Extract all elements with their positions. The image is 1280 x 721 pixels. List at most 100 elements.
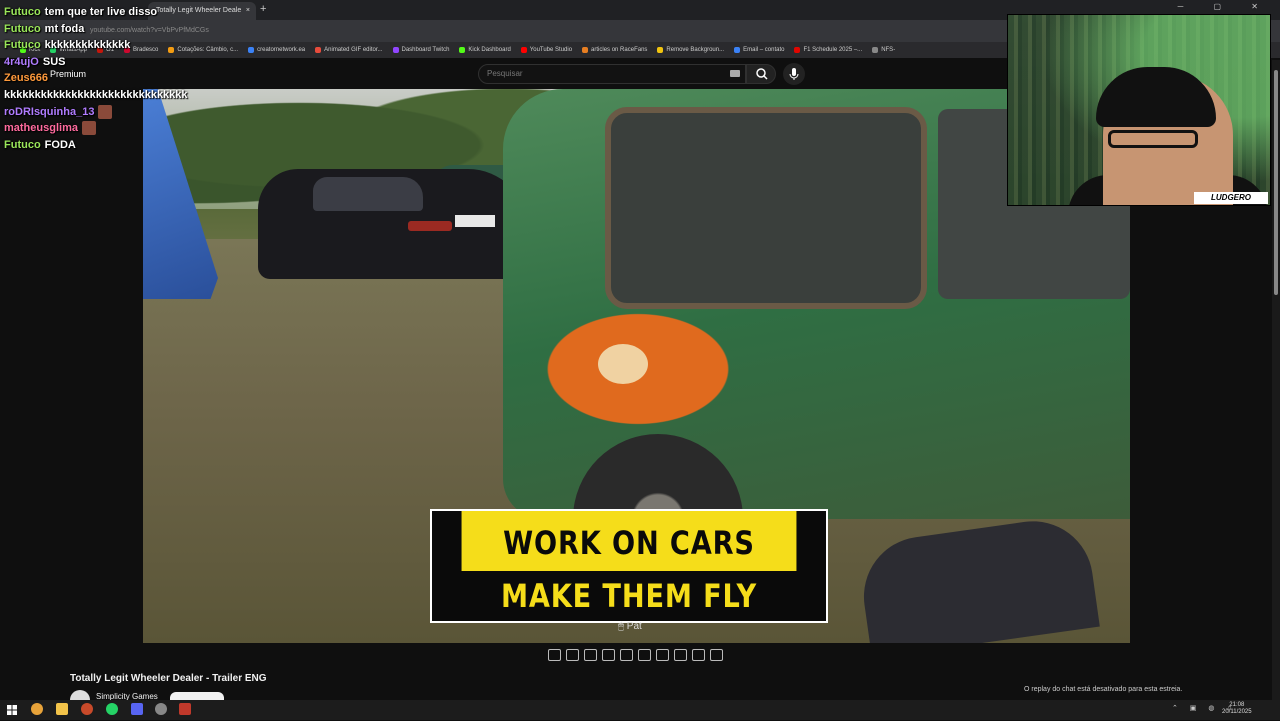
- bookmark-favicon-icon: [872, 47, 879, 53]
- tab-close-icon[interactable]: ×: [246, 2, 250, 20]
- voice-search-button[interactable]: [783, 63, 805, 85]
- bookmark-item[interactable]: NFS-: [872, 47, 895, 53]
- cast-icon[interactable]: [566, 649, 579, 661]
- bookmark-favicon-icon: [459, 47, 466, 53]
- bookmark-label: Dashboard Twitch: [401, 47, 450, 53]
- stream-chat-overlay: Futuco tem que ter live disso Futuco mt fod…: [4, 4, 219, 153]
- new-tab-icon[interactable]: +: [260, 3, 266, 15]
- webcam-glasses: [1108, 130, 1198, 148]
- chat-text: FODA: [44, 138, 76, 151]
- theater-icon[interactable]: [620, 649, 633, 661]
- whatsapp-icon[interactable]: [106, 703, 118, 715]
- bookmark-favicon-icon: [794, 47, 801, 53]
- chat-text: kkkkkkkkkkkkkk: [44, 39, 131, 52]
- search-input[interactable]: Pesquisar: [478, 64, 746, 84]
- clock-date: 20/11/2025: [1222, 709, 1252, 715]
- chat-text: mt foda: [44, 22, 85, 35]
- bookmark-favicon-icon: [582, 47, 589, 53]
- bookmark-favicon-icon: [657, 47, 664, 53]
- search-button[interactable]: [746, 64, 776, 84]
- bookmark-item[interactable]: Remove Backgroun...: [657, 47, 724, 53]
- windows-start-icon[interactable]: [6, 703, 18, 715]
- bookmark-label: creatornetwork.ea: [257, 47, 306, 53]
- bookmark-label: Kick Dashboard: [468, 47, 511, 53]
- clip-icon[interactable]: [602, 649, 615, 661]
- bookmark-label: Animated GIF editor...: [324, 47, 383, 53]
- keyboard-icon[interactable]: [730, 70, 740, 77]
- chat-username[interactable]: Futuco: [4, 23, 41, 35]
- prompt-label: Pat: [626, 621, 642, 632]
- bookmark-favicon-icon: [248, 47, 255, 53]
- bookmark-favicon-icon: [315, 47, 322, 53]
- trailer-banner: WORK ON CARS MAKE THEM FLY: [430, 509, 828, 623]
- bookmark-item[interactable]: Dashboard Twitch: [392, 47, 450, 53]
- chat-username[interactable]: Zeus666: [4, 72, 48, 84]
- chat-username[interactable]: matheusglima: [4, 122, 78, 134]
- video-title: Totally Legit Wheeler Dealer - Trailer E…: [70, 673, 267, 684]
- discord-icon[interactable]: [131, 703, 143, 715]
- subtitles-icon[interactable]: [674, 649, 687, 661]
- bookmark-label: F1 Schedule 2025 –...: [803, 47, 863, 53]
- app-icon-2[interactable]: [155, 703, 167, 715]
- bookmark-item[interactable]: F1 Schedule 2025 –...: [794, 47, 862, 53]
- video-sedan-plate: [455, 215, 495, 227]
- file-explorer-icon[interactable]: [56, 703, 68, 715]
- taskbar-clock[interactable]: 21:08 20/11/2025: [1222, 702, 1252, 716]
- chat-text: tem que ter live disso: [44, 6, 158, 18]
- window-controls[interactable]: ─ ▢ ✕: [1178, 2, 1272, 11]
- chat-message: 4r4ujO SUS: [4, 54, 219, 71]
- banner-line-2: MAKE THEM FLY: [500, 577, 758, 615]
- speed-icon[interactable]: [656, 649, 669, 661]
- streamer-logo: LUDGERO: [1194, 192, 1268, 204]
- webcam-overlay: [1007, 14, 1271, 206]
- video-player[interactable]: WORK ON CARS MAKE THEM FLY 🖱 Pat: [143, 89, 1130, 643]
- chat-message: Futuco FODA: [4, 137, 219, 154]
- chat-message: matheusglima: [4, 120, 219, 137]
- chat-message: Futuco mt foda: [4, 21, 219, 38]
- chat-replay-notice: O replay do chat está desativado para es…: [1024, 686, 1183, 693]
- player-controls: [548, 649, 723, 661]
- chat-message: roDRIsquinha_13: [4, 104, 219, 121]
- chat-username[interactable]: roDRIsquinha_13: [4, 106, 94, 118]
- chat-message: Futuco kkkkkkkkkkkkkk: [4, 37, 219, 54]
- chat-message: kkkkkkkkkkkkkkkkkkkkkkkkkkkkkk: [4, 87, 219, 104]
- search-icon: [756, 68, 768, 80]
- bookmark-item[interactable]: creatornetwork.ea: [248, 47, 305, 53]
- ambient-icon[interactable]: [584, 649, 597, 661]
- bookmark-label: NFS-: [881, 47, 896, 53]
- chrome-icon[interactable]: [31, 703, 43, 715]
- clock-time: 21:08: [1229, 702, 1245, 708]
- bookmark-item[interactable]: Animated GIF editor...: [315, 47, 383, 53]
- chat-username[interactable]: Futuco: [4, 139, 41, 151]
- miniplayer-icon[interactable]: [638, 649, 651, 661]
- bookmark-favicon-icon: [392, 47, 399, 53]
- loop-icon[interactable]: [548, 649, 561, 661]
- chat-emote-icon: [98, 104, 113, 119]
- app-icon-1[interactable]: [81, 703, 93, 715]
- screenshot-icon[interactable]: [692, 649, 705, 661]
- bookmark-item[interactable]: articles on RaceFans: [582, 47, 647, 53]
- bookmark-label: articles on RaceFans: [591, 47, 648, 53]
- chat-emote-icon: [81, 121, 96, 136]
- bookmark-label: Remove Backgroun...: [666, 47, 725, 53]
- chat-username[interactable]: Futuco: [4, 6, 41, 18]
- scrollbar-thumb[interactable]: [1274, 70, 1278, 295]
- chat-username[interactable]: Futuco: [4, 39, 41, 51]
- interaction-prompt: 🖱 Pat: [618, 621, 642, 632]
- chat-message: Zeus666: [4, 70, 219, 87]
- app-icon-3[interactable]: [179, 703, 191, 715]
- settings-gear-icon[interactable]: [710, 649, 723, 661]
- bookmark-item[interactable]: Email – contato: [734, 47, 784, 53]
- bookmark-favicon-icon: [734, 47, 741, 53]
- bookmark-favicon-icon: [520, 47, 527, 53]
- video-rust-spot: [598, 344, 648, 384]
- video-car-window: [605, 107, 927, 309]
- mouse-icon: 🖱: [618, 621, 624, 632]
- video-sedan-taillight: [408, 221, 452, 231]
- chat-text: kkkkkkkkkkkkkkkkkkkkkkkkkkkkkk: [4, 88, 188, 101]
- bookmark-label: Email – contato: [743, 47, 785, 53]
- windows-taskbar: [0, 700, 1280, 720]
- chat-username[interactable]: 4r4ujO: [4, 56, 39, 68]
- bookmark-item[interactable]: Kick Dashboard: [459, 47, 511, 53]
- bookmark-item[interactable]: YouTube Studio: [520, 47, 572, 53]
